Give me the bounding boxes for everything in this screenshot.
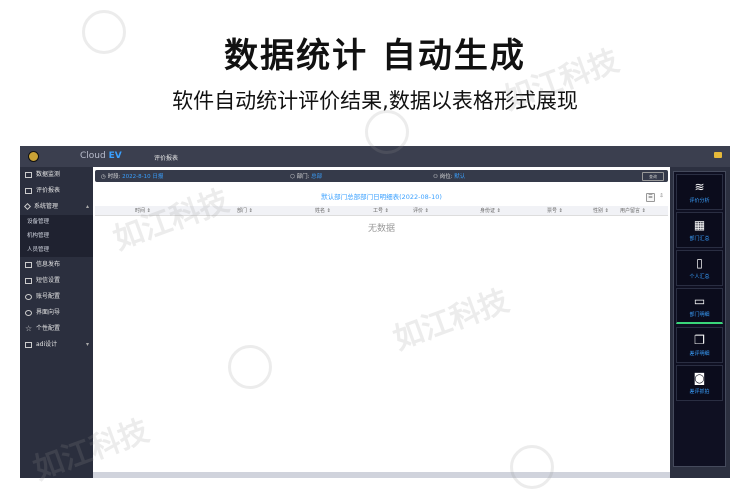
- bad-review-capture-button[interactable]: ◙ 差评抓拍: [676, 365, 723, 401]
- camera-icon: ◙: [693, 371, 706, 385]
- sidebar-item-label: 评价报表: [36, 187, 61, 194]
- column-header[interactable]: 用户留言 ⇕: [620, 207, 646, 214]
- main-content: ◷ 时段: 2022-8-10 日报 ⬡ 部门: 总部 ⚇ 岗位: 默认 查询 …: [93, 167, 670, 472]
- export-icon[interactable]: ⇩: [658, 193, 665, 200]
- phone-icon: [25, 277, 32, 284]
- horizontal-scrollbar[interactable]: [93, 472, 670, 478]
- dept-detail-button[interactable]: ▭ 部门明细: [676, 288, 723, 324]
- time-filter[interactable]: ◷ 时段: 2022-8-10 日报: [101, 172, 163, 180]
- window-icon: ▭: [693, 294, 706, 308]
- app-window: Cloud EV 评价报表 数据监测 评价报表 系统管理 ▴ 设备管理 机构管理…: [20, 146, 730, 478]
- clock-icon: ◷: [101, 174, 106, 180]
- play-icon: [25, 171, 32, 178]
- tab-report[interactable]: 评价报表: [154, 153, 178, 162]
- sidebar-item-label: 数据监测: [36, 171, 61, 178]
- dept-value: 总部: [311, 174, 323, 180]
- table-title: 默认部门总部部门日明细表(2022-08-10): [321, 193, 442, 201]
- report-analysis-button[interactable]: ≋ 评价分析: [676, 174, 723, 210]
- monitor-icon: [25, 341, 32, 348]
- sidebar-item-label: 短信设置: [36, 277, 61, 284]
- sidebar-item-publish[interactable]: 信息发布: [20, 257, 93, 273]
- copy-icon: ❐: [694, 333, 705, 347]
- time-label: 时段:: [107, 174, 121, 180]
- sidebar-item-system[interactable]: 系统管理 ▴: [20, 199, 93, 215]
- dept-filter[interactable]: ⬡ 部门: 总部: [290, 172, 322, 180]
- dept-detail-label: 部门明细: [689, 312, 710, 318]
- column-header[interactable]: 时间 ⇕: [135, 207, 151, 214]
- sidebar-item-report[interactable]: 评价报表: [20, 183, 93, 199]
- sidebar-item-sms[interactable]: 短信设置: [20, 273, 93, 289]
- sidebar-item-label: 系统管理: [34, 203, 59, 210]
- time-value: 2022-8-10 日报: [122, 174, 164, 180]
- query-button[interactable]: 查询: [642, 172, 664, 181]
- column-header[interactable]: 票号 ⇕: [547, 207, 563, 214]
- sidebar-item-account[interactable]: 账号配置: [20, 289, 93, 305]
- column-header[interactable]: 部门 ⇕: [237, 207, 253, 214]
- sidebar-item-guide[interactable]: 界面向导: [20, 305, 93, 321]
- column-header[interactable]: 评价 ⇕: [413, 207, 429, 214]
- report-analysis-label: 评价分析: [689, 198, 710, 204]
- report-icon: [25, 187, 32, 194]
- check-circle-icon: [25, 309, 32, 316]
- sidebar-item-label: 信息发布: [36, 261, 61, 268]
- user-icon: ⚇: [433, 174, 438, 180]
- folder-icon[interactable]: [714, 152, 722, 158]
- empty-state: 无数据: [367, 224, 395, 234]
- sidebar-item-label: 账号配置: [36, 293, 61, 300]
- bad-review-detail-button[interactable]: ❐ 差评明细: [676, 327, 723, 363]
- filter-bar: ◷ 时段: 2022-8-10 日报 ⬡ 部门: 总部 ⚇ 岗位: 默认 查询: [95, 170, 668, 182]
- dept-label: 部门:: [296, 174, 310, 180]
- dept-summary-label: 部门汇总: [689, 236, 710, 242]
- column-header[interactable]: 性别 ⇕: [593, 207, 609, 214]
- sidebar-item-design[interactable]: adi设计 ▾: [20, 337, 93, 353]
- brand: Cloud EV: [80, 151, 122, 161]
- headline: 数据统计 自动生成: [224, 36, 526, 76]
- brand-suffix: EV: [108, 151, 122, 161]
- bad-review-detail-label: 差评明细: [689, 351, 710, 357]
- chevron-up-icon: ▴: [85, 203, 89, 210]
- personal-summary-button[interactable]: ▯ 个人汇总: [676, 250, 723, 286]
- sidebar-item-label: adi设计: [36, 341, 58, 348]
- diamond-icon: [23, 202, 32, 211]
- post-label: 岗位:: [439, 174, 453, 180]
- personal-summary-label: 个人汇总: [689, 274, 710, 280]
- sidebar-item-label: 界面向导: [36, 309, 61, 316]
- column-header[interactable]: 身份证 ⇕: [480, 207, 501, 214]
- columns-icon[interactable]: ☰: [646, 193, 655, 202]
- sidebar-item-label: 个性配置: [36, 325, 61, 332]
- sidebar: 数据监测 评价报表 系统管理 ▴ 设备管理 机构管理 人员管理 信息发布 短信设…: [20, 167, 93, 478]
- sidebar-subitem-org[interactable]: 机构管理: [20, 229, 93, 243]
- layers-icon: ≋: [694, 180, 705, 194]
- subheadline: 软件自动统计评价结果,数据以表格形式展现: [172, 89, 578, 113]
- sidebar-item-personal[interactable]: ☆ 个性配置: [20, 321, 93, 337]
- top-bar: Cloud EV 评价报表: [20, 146, 730, 167]
- table-header: 时间 ⇕ 部门 ⇕ 姓名 ⇕ 工号 ⇕ 评价 ⇕ 身份证 ⇕ 票号 ⇕ 性别 ⇕…: [95, 206, 668, 216]
- app-logo-icon: [28, 151, 39, 162]
- cube-icon: ⬡: [290, 174, 295, 180]
- right-panel: ≋ 评价分析 ▦ 部门汇总 ▯ 个人汇总 ▭ 部门明细 ❐ 差评明细 ◙ 差评抓…: [673, 171, 726, 467]
- dept-summary-button[interactable]: ▦ 部门汇总: [676, 212, 723, 248]
- grid-icon: ▦: [693, 218, 706, 232]
- gear-icon: [25, 293, 32, 300]
- inbox-icon: [25, 261, 32, 268]
- column-header[interactable]: 工号 ⇕: [373, 207, 389, 214]
- chevron-down-icon: ▾: [85, 341, 89, 348]
- sidebar-subitem-device[interactable]: 设备管理: [20, 215, 93, 229]
- brand-prefix: Cloud: [80, 151, 106, 161]
- star-icon: ☆: [25, 323, 33, 333]
- sidebar-subitem-staff[interactable]: 人员管理: [20, 243, 93, 257]
- book-icon: ▯: [696, 256, 703, 270]
- bad-review-capture-label: 差评抓拍: [689, 389, 710, 395]
- column-header[interactable]: 姓名 ⇕: [315, 207, 331, 214]
- post-value: 默认: [454, 174, 466, 180]
- post-filter[interactable]: ⚇ 岗位: 默认: [433, 172, 465, 180]
- sidebar-item-monitor[interactable]: 数据监测: [20, 167, 93, 183]
